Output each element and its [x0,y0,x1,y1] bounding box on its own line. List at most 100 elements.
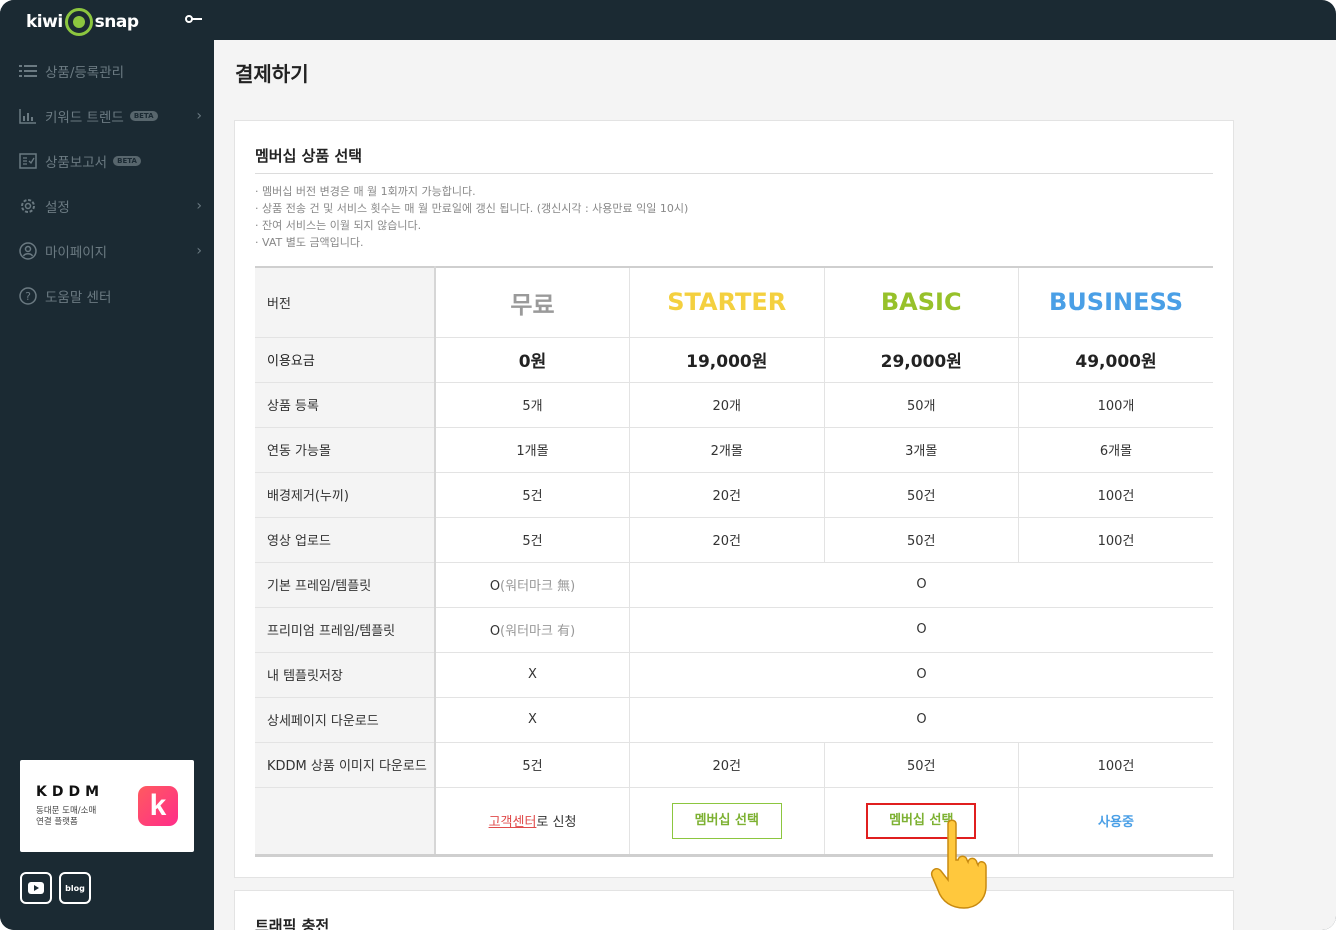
table-cell: O [629,697,1213,743]
request-suffix: 로 신청 [536,815,577,830]
blog-icon[interactable]: blog [59,872,91,904]
row-header: 이용요금 [255,337,436,383]
table-cell: 50개 [823,382,1019,428]
row-header: 영상 업로드 [255,517,436,563]
row-header: 상세페이지 다운로드 [255,697,436,743]
price-cell: 0원 [434,337,630,383]
svg-text:?: ? [25,290,31,303]
shutter-logo-icon [64,8,93,36]
table-cell: 5건 [434,742,630,788]
beta-badge: BETA [113,155,141,166]
table-row: 내 템플릿저장 X O [255,652,1213,698]
user-icon [18,241,38,261]
notice-item: · 멤버십 버전 변경은 매 월 1회까지 가능합니다. [255,185,476,198]
table-cell: 5건 [434,517,630,563]
table-row: 상품 등록 5개 20개 50개 100개 [255,382,1213,428]
sidebar-menu: 상품/등록관리 키워드 트렌드 BETA › 상품보고서 BETA 설정 › 마… [18,48,204,318]
row-header: 기본 프레임/템플릿 [255,562,436,608]
table-row: 상세페이지 다운로드 X O [255,697,1213,743]
kddm-title: KDDM [36,784,105,800]
sidebar-item-keyword-trend[interactable]: 키워드 트렌드 BETA › [18,93,204,138]
table-cell: 20건 [629,472,824,518]
starter-select-button[interactable]: 멤버십 선택 [671,802,782,839]
panel-title: 트래픽 충전 [255,917,330,930]
table-cell: 20개 [629,382,824,428]
membership-panel: 멤버십 상품 선택 · 멤버십 버전 변경은 매 월 1회까지 가능합니다. ·… [234,120,1234,878]
sidebar-item-help-center[interactable]: ? 도움말 센터 [18,273,204,318]
row-header: 버전 [255,267,436,338]
sidebar-item-product-report[interactable]: 상품보고서 BETA [18,138,204,183]
table-cell: 3개몰 [823,427,1019,473]
table-cell: 5건 [434,472,630,518]
table-cell: 고객센터로 신청 [434,787,630,856]
plan-name-starter: STARTER [629,267,824,338]
table-cell: 100건 [1018,517,1213,563]
sidebar-item-product-management[interactable]: 상품/등록관리 [18,48,204,93]
key-icon[interactable] [185,12,203,28]
row-header: KDDM 상품 이미지 다운로드 [255,742,436,788]
traffic-panel: 트래픽 충전 [234,890,1234,930]
table-row: 고객센터로 신청 멤버십 선택 멤버십 선택 사용중 [255,787,1213,856]
table-cell: O(워터마크 無) [434,562,630,608]
table-cell: 2개몰 [629,427,824,473]
sidebar: kiwi snap 상품/등록관리 키워드 트렌드 BETA › 상품보고서 B… [0,0,214,930]
table-cell: 1개몰 [434,427,630,473]
sidebar-item-settings[interactable]: 설정 › [18,183,204,228]
app-frame: kiwi snap 상품/등록관리 키워드 트렌드 BETA › 상품보고서 B… [0,0,1336,930]
sidebar-item-mypage[interactable]: 마이페이지 › [18,228,204,273]
notice-item: · VAT 별도 금액입니다. [255,236,364,249]
table-cell: O(워터마크 有) [434,607,630,653]
blog-label: blog [65,883,85,893]
page-title: 결제하기 [235,62,309,86]
chevron-right-icon: › [196,108,202,124]
table-cell: 50건 [823,517,1019,563]
table-row: 프리미엄 프레임/템플릿 O(워터마크 有) O [255,607,1213,653]
table-row: KDDM 상품 이미지 다운로드 5건 20건 50건 100건 [255,742,1213,788]
row-header: 상품 등록 [255,382,436,428]
table-cell: 50건 [823,472,1019,518]
table-cell: O [629,652,1213,698]
sidebar-item-label: 설정 [45,199,70,216]
gear-icon [18,196,38,216]
plan-comparison-table: 버전 무료 STARTER BASIC BUSINESS 이용요금 0원 19,… [255,266,1213,857]
table-cell: 멤버십 선택 [629,787,824,856]
table-cell: 6개몰 [1018,427,1213,473]
table-cell: 20건 [629,742,824,788]
table-row: 배경제거(누끼) 5건 20건 50건 100건 [255,472,1213,518]
table-row: 기본 프레임/템플릿 O(워터마크 無) O [255,562,1213,608]
table-cell: O [629,562,1213,608]
logo-text-left: kiwi [26,12,63,32]
app-logo[interactable]: kiwi snap [26,7,139,37]
notice-list: · 멤버십 버전 변경은 매 월 1회까지 가능합니다. · 상품 전송 건 및… [255,183,688,251]
plan-name-business: BUSINESS [1018,267,1213,338]
table-cell: 5개 [434,382,630,428]
plan-name-basic: BASIC [823,267,1019,338]
table-row: 영상 업로드 5건 20건 50건 100건 [255,517,1213,563]
row-header: 프리미엄 프레임/템플릿 [255,607,436,653]
chevron-right-icon: › [196,198,202,214]
row-header [255,787,436,856]
help-icon: ? [18,286,38,306]
plan-name-free: 무료 [434,267,630,338]
list-icon [18,61,38,81]
youtube-icon[interactable] [20,872,52,904]
table-cell: 100개 [1018,382,1213,428]
kddm-subtitle: 동대문 도매/소매 연결 플랫폼 [36,806,136,828]
logo-text-right: snap [94,12,139,32]
table-cell: 사용중 [1018,787,1213,856]
customer-center-link[interactable]: 고객센터 [489,815,537,830]
price-cell: 29,000원 [823,337,1019,383]
price-cell: 19,000원 [629,337,824,383]
business-in-use-status: 사용중 [1098,815,1134,830]
table-cell: 20건 [629,517,824,563]
table-cell: 멤버십 선택 [823,787,1019,856]
beta-badge: BETA [129,110,158,121]
price-cell: 49,000원 [1018,337,1213,383]
notice-item: · 상품 전송 건 및 서비스 횟수는 매 월 만료일에 갱신 됩니다. (갱신… [255,202,689,215]
table-row: 이용요금 0원 19,000원 29,000원 49,000원 [255,337,1213,383]
kddm-subtitle-text: 동대문 도매/소매 연결 플랫폼 [36,806,97,827]
bar-chart-icon [18,106,38,126]
table-cell: O [629,607,1213,653]
kddm-banner[interactable]: KDDM 동대문 도매/소매 연결 플랫폼 k [20,760,194,852]
main-content: 결제하기 멤버십 상품 선택 · 멤버십 버전 변경은 매 월 1회까지 가능합… [214,40,1336,930]
